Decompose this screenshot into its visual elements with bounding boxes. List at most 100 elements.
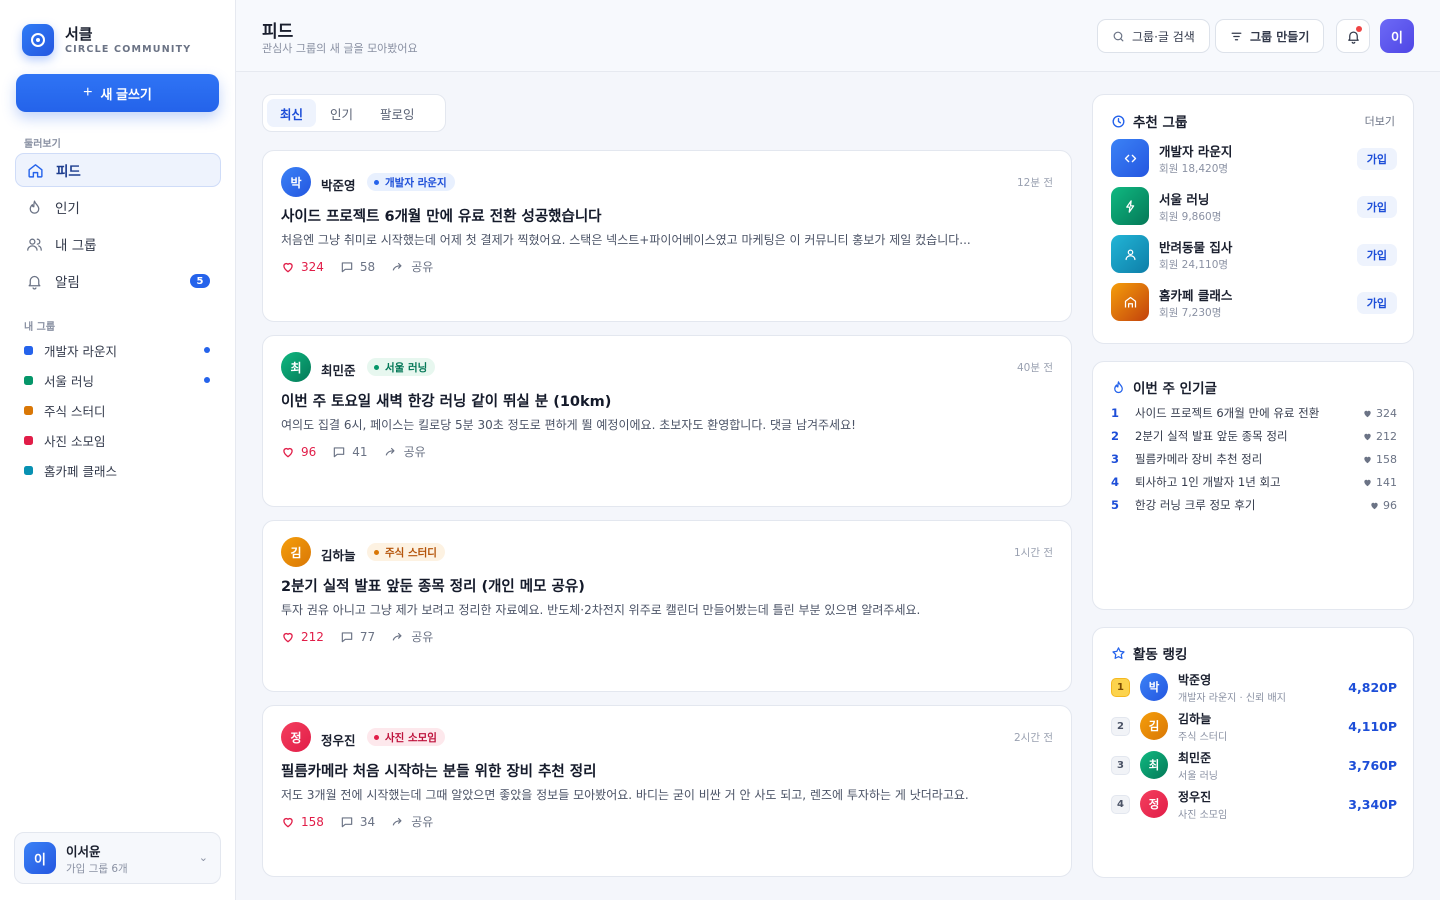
house-icon — [1111, 283, 1149, 321]
like-button[interactable]: 158 — [281, 815, 324, 829]
more-link[interactable]: 더보기 — [1365, 113, 1395, 129]
brand[interactable]: 서클 CIRCLE COMMUNITY — [22, 24, 191, 56]
ranking-item[interactable]: 2 김 김하늘 주식 스터디 4,110P — [1111, 709, 1397, 743]
post-card[interactable]: 정 정우진 사진 소모임 2시간 전 필름카메라 처음 시작하는 분들 위한 장… — [262, 705, 1072, 877]
nav-item-feed[interactable]: 피드 — [15, 153, 221, 187]
flame-icon — [1114, 380, 1123, 393]
popular-likes: 158 — [1362, 453, 1397, 466]
join-button[interactable]: 가입 — [1356, 292, 1397, 314]
search-label: 그룹·글 검색 — [1132, 29, 1195, 44]
popular-likes: 96 — [1369, 499, 1397, 512]
star-icon — [1112, 646, 1125, 659]
like-count: 96 — [301, 444, 317, 459]
recommended-group-item[interactable]: 홈카페 클래스회원 7,230명 가입 — [1111, 283, 1397, 321]
new-post-label: 새 글쓰기 — [100, 86, 152, 102]
sidebar-group-photo-club[interactable]: 사진 소모임 — [24, 430, 214, 450]
post-actions: 212 77 공유 — [281, 628, 449, 645]
share-icon — [392, 262, 402, 270]
group-color-marker — [24, 375, 33, 385]
user-meta: 가입 그룹 6개 — [66, 862, 128, 875]
tab-following[interactable]: 팔로잉 — [367, 99, 428, 127]
sidebar-group-home-cafe[interactable]: 홈카페 클래스 — [24, 460, 214, 480]
join-button[interactable]: 가입 — [1356, 244, 1397, 266]
share-button[interactable]: 공유 — [391, 258, 433, 275]
tab-latest[interactable]: 최신 — [267, 99, 317, 127]
post-title[interactable]: 사이드 프로젝트 6개월 만에 유료 전환 성공했습니다 — [281, 205, 602, 226]
ranking-points: 4,820P — [1348, 680, 1397, 695]
nav-item-popular[interactable]: 인기 — [15, 190, 221, 224]
unread-dot — [204, 377, 210, 383]
join-button[interactable]: 가입 — [1356, 148, 1397, 170]
sidebar-group-dev-lounge[interactable]: 개발자 라운지 — [24, 340, 214, 360]
popular-post-item[interactable]: 5 한강 러닝 크루 정모 후기 96 — [1111, 496, 1397, 514]
nav-item-my-groups[interactable]: 내 그룹 — [15, 227, 221, 261]
recommended-group-item[interactable]: 개발자 라운지 회원 18,420명 가입 — [1111, 139, 1397, 177]
post-title[interactable]: 필름카메라 처음 시작하는 분들 위한 장비 추천 정리 — [281, 760, 596, 781]
share-button[interactable]: 공유 — [384, 443, 426, 460]
post-title[interactable]: 2분기 실적 발표 앞둔 종목 정리 (개인 메모 공유) — [281, 575, 585, 596]
profile-avatar-button[interactable]: 이 — [1380, 19, 1414, 53]
popular-post-item[interactable]: 1 사이드 프로젝트 6개월 만에 유료 전환 324 — [1111, 404, 1397, 422]
search-button[interactable]: 그룹·글 검색 — [1097, 19, 1210, 53]
notification-dot — [1356, 26, 1362, 32]
create-group-button[interactable]: 그룹 만들기 — [1215, 19, 1325, 53]
group-members: 회원 7,230명 — [1159, 306, 1222, 319]
join-button[interactable]: 가입 — [1356, 196, 1397, 218]
post-author[interactable]: 박준영 — [321, 175, 356, 194]
nav-item-notifications[interactable]: 알림 5 — [15, 264, 221, 298]
post-author[interactable]: 정우진 — [321, 730, 356, 749]
comment-icon — [341, 631, 353, 642]
post-author[interactable]: 최민준 — [321, 360, 356, 379]
like-button[interactable]: 212 — [281, 630, 324, 644]
group-name: 홈카페 클래스 — [1159, 287, 1233, 303]
recommended-group-item[interactable]: 서울 러닝 회원 9,860명 가입 — [1111, 187, 1397, 225]
ranking-meta: 서울 러닝 — [1178, 770, 1218, 782]
like-button[interactable]: 96 — [281, 445, 316, 459]
popular-rank: 5 — [1111, 498, 1120, 512]
sidebar-group-stock-study[interactable]: 주식 스터디 — [24, 400, 214, 420]
share-button[interactable]: 공유 — [391, 628, 433, 645]
popular-post-item[interactable]: 2 2분기 실적 발표 앞둔 종목 정리 212 — [1111, 427, 1397, 445]
post-card[interactable]: 박 박준영 개발자 라운지 12분 전 사이드 프로젝트 6개월 만에 유료 전… — [262, 150, 1072, 322]
popular-rank: 4 — [1111, 475, 1120, 489]
popular-title: 2분기 실적 발표 앞둔 종목 정리 — [1135, 429, 1288, 443]
unread-dot — [204, 347, 210, 353]
group-tag-label: 사진 소모임 — [385, 731, 437, 744]
lightning-icon — [1111, 187, 1149, 225]
rank-number: 4 — [1111, 794, 1130, 814]
comment-button[interactable]: 41 — [332, 445, 368, 459]
share-button[interactable]: 공유 — [391, 813, 433, 830]
post-card[interactable]: 최 최민준 서울 러닝 40분 전 이번 주 토요일 새벽 한강 러닝 같이 뛰… — [262, 335, 1072, 507]
comment-button[interactable]: 58 — [340, 260, 375, 274]
share-label: 공유 — [411, 815, 434, 829]
group-tag[interactable]: 사진 소모임 — [367, 728, 445, 746]
like-count: 212 — [1376, 429, 1397, 443]
group-tag[interactable]: 개발자 라운지 — [367, 173, 455, 191]
ranking-item[interactable]: 1 박 박준영 개발자 라운지 · 신뢰 배지 4,820P — [1111, 670, 1397, 704]
comment-button[interactable]: 34 — [340, 815, 375, 829]
tab-popular[interactable]: 인기 — [317, 99, 366, 127]
ranking-item[interactable]: 4 정 정우진 사진 소모임 3,340P — [1111, 787, 1397, 821]
group-tag[interactable]: 서울 러닝 — [367, 358, 436, 376]
comment-button[interactable]: 77 — [340, 630, 375, 644]
post-card[interactable]: 김 김하늘 주식 스터디 1시간 전 2분기 실적 발표 앞둔 종목 정리 (개… — [262, 520, 1072, 692]
group-tag-label: 개발자 라운지 — [385, 176, 447, 189]
post-body: 저도 3개월 전에 시작했는데 그때 알았으면 좋았을 정보들 모아봤어요. 바… — [281, 788, 969, 802]
notification-button[interactable] — [1336, 19, 1370, 53]
sidebar-group-seoul-running[interactable]: 서울 러닝 — [24, 370, 214, 390]
like-button[interactable]: 324 — [281, 260, 324, 274]
bell-icon — [28, 275, 41, 290]
popular-post-item[interactable]: 4 퇴사하고 1인 개발자 1년 회고 141 — [1111, 473, 1397, 491]
ranking-item[interactable]: 3 최 최민준 서울 러닝 3,760P — [1111, 748, 1397, 782]
popular-post-item[interactable]: 3 필름카메라 장비 추천 정리 158 — [1111, 450, 1397, 468]
group-tag[interactable]: 주식 스터디 — [367, 543, 445, 561]
post-title[interactable]: 이번 주 토요일 새벽 한강 러닝 같이 뛰실 분 (10km) — [281, 390, 611, 411]
page-title: 피드 — [262, 22, 294, 42]
popular-rank: 2 — [1111, 429, 1120, 443]
post-author[interactable]: 김하늘 — [321, 545, 356, 564]
like-count: 96 — [1383, 498, 1397, 512]
popular-likes: 324 — [1362, 407, 1397, 420]
recommended-group-item[interactable]: 반려동물 집사 회원 24,110명 가입 — [1111, 235, 1397, 273]
new-post-button[interactable]: + 새 글쓰기 — [16, 74, 219, 112]
current-user-card[interactable]: 이 이서윤 가입 그룹 6개 ⌄ — [14, 832, 221, 884]
